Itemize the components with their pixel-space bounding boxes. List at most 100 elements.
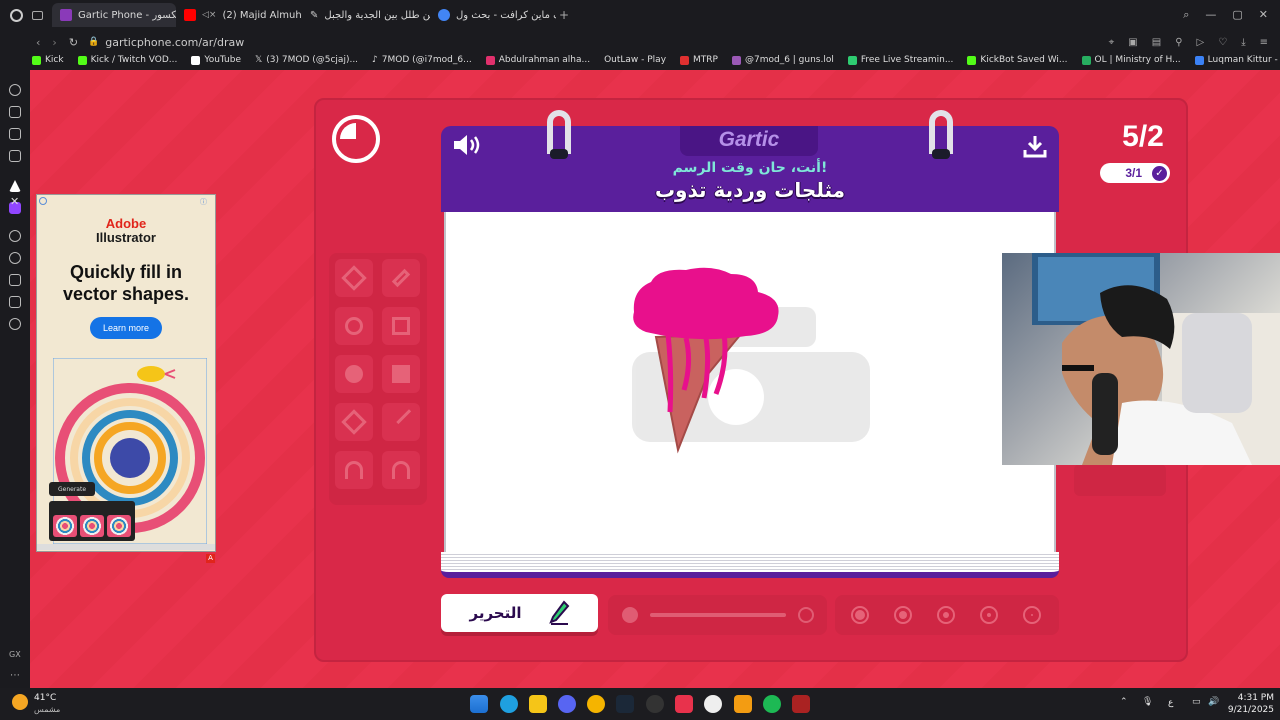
heart-icon[interactable]: ♡ bbox=[1218, 37, 1227, 48]
slider-track[interactable] bbox=[650, 613, 786, 617]
workspace-icon[interactable] bbox=[32, 10, 52, 20]
search-app-icon[interactable] bbox=[704, 695, 722, 713]
bookmark-outlaw[interactable]: OutLaw - Play bbox=[604, 55, 666, 65]
x-sidebar-icon[interactable]: ✕ bbox=[10, 195, 19, 208]
brush-size-slider[interactable] bbox=[608, 595, 827, 635]
ad-scrollbar[interactable] bbox=[37, 544, 215, 550]
eraser-tool[interactable] bbox=[335, 259, 373, 297]
bookmark-kickbot[interactable]: KickBot Saved Wi... bbox=[967, 55, 1068, 65]
spotify-icon[interactable] bbox=[763, 695, 781, 713]
forward-icon[interactable]: › bbox=[52, 36, 56, 49]
language-indicator[interactable]: ع bbox=[1168, 698, 1173, 708]
music-icon[interactable] bbox=[9, 150, 21, 162]
stroke-option[interactable] bbox=[851, 606, 869, 624]
bookmark-tiktok[interactable]: ♪ 7MOD (@i7mod_6... bbox=[372, 55, 472, 65]
search-tabs-icon[interactable]: ⌕ bbox=[1183, 8, 1189, 22]
steam-icon[interactable] bbox=[616, 695, 634, 713]
thumbnail[interactable] bbox=[53, 515, 77, 537]
bookmark-kick-vod[interactable]: Kick / Twitch VOD... bbox=[77, 55, 177, 65]
player-icon[interactable] bbox=[9, 230, 21, 242]
discord-icon[interactable] bbox=[558, 695, 576, 713]
bookmark-x-5cjaj[interactable]: 𝕏 (3) 7MOD (@5cjaj)... bbox=[255, 55, 358, 65]
network-icon[interactable]: ▭ bbox=[1192, 697, 1201, 707]
bookmark-luqman[interactable]: Luqman Kittur - P... bbox=[1194, 55, 1280, 65]
download-icon[interactable] bbox=[1023, 134, 1047, 158]
voicemeeter-icon[interactable] bbox=[792, 695, 810, 713]
file-explorer-icon[interactable] bbox=[529, 695, 547, 713]
opera-gx-icon[interactable] bbox=[675, 695, 693, 713]
thumbnail[interactable] bbox=[80, 515, 104, 537]
drawing-canvas[interactable] bbox=[444, 212, 1056, 552]
tray-expand-icon[interactable]: ⌃ bbox=[1120, 697, 1128, 707]
tab-youtube[interactable]: ◁× (2) Majid Almuhandis bbox=[176, 3, 302, 27]
aria-icon[interactable] bbox=[9, 84, 21, 96]
bookmark-kick[interactable]: Kick bbox=[32, 55, 64, 65]
downloads-icon[interactable] bbox=[9, 274, 21, 286]
bookmark-instagram[interactable]: Abdulrahman alha... bbox=[485, 55, 590, 65]
bookmark-youtube[interactable]: YouTube bbox=[191, 55, 241, 65]
weather-description[interactable]: مشمس bbox=[34, 705, 60, 714]
bookmark-free-live[interactable]: Free Live Streamin... bbox=[847, 55, 953, 65]
tab-search[interactable]: ستيف ماين كرافت - بحث ول bbox=[430, 3, 556, 27]
learn-more-button[interactable]: Learn more bbox=[90, 317, 162, 339]
stroke-option[interactable] bbox=[937, 606, 955, 624]
redo-tool[interactable] bbox=[335, 451, 373, 489]
thumbnail[interactable] bbox=[107, 515, 131, 537]
volume-icon[interactable]: 🔊 bbox=[1208, 697, 1219, 707]
stroke-option[interactable] bbox=[894, 606, 912, 624]
notes-icon[interactable] bbox=[9, 128, 21, 140]
settings-icon[interactable] bbox=[9, 318, 21, 330]
bookmark-mtrp[interactable]: MTRP bbox=[680, 55, 718, 65]
wallet-icon[interactable]: ▤ bbox=[1152, 37, 1161, 48]
start-icon[interactable] bbox=[470, 695, 488, 713]
vpn-icon[interactable]: ⚲ bbox=[1175, 37, 1182, 48]
microphone-icon[interactable]: 🎙 bbox=[1142, 697, 1153, 707]
edit-button[interactable]: التحرير bbox=[441, 594, 598, 632]
bag-icon[interactable] bbox=[9, 106, 21, 118]
tab-gartic[interactable]: Gartic Phone - ف المكسور bbox=[52, 3, 176, 27]
new-tab-button[interactable]: + bbox=[556, 8, 572, 22]
gx-icon[interactable]: GX bbox=[9, 650, 21, 659]
rectangle-tool[interactable] bbox=[382, 307, 420, 345]
generate-button[interactable]: Generate bbox=[49, 482, 95, 496]
maximize-icon[interactable]: ▢ bbox=[1232, 8, 1242, 22]
extensions-icon[interactable] bbox=[9, 296, 21, 308]
opera-logo-icon[interactable] bbox=[0, 0, 32, 30]
edge-icon[interactable] bbox=[500, 695, 518, 713]
play-icon[interactable]: ▷ bbox=[1197, 37, 1205, 48]
bookmark-guns-lol[interactable]: @7mod_6 | guns.lol bbox=[731, 55, 834, 65]
vlc-icon[interactable] bbox=[734, 695, 752, 713]
line-tool[interactable] bbox=[382, 403, 422, 441]
history-icon[interactable] bbox=[9, 252, 21, 264]
circle-tool[interactable] bbox=[335, 307, 373, 345]
reload-icon[interactable]: ↻ bbox=[69, 36, 78, 49]
ad-choices-icon[interactable]: ⓘ bbox=[200, 197, 207, 207]
menu-icon[interactable]: ≡ bbox=[1260, 37, 1268, 48]
filled-circle-tool[interactable] bbox=[335, 355, 373, 393]
download-browser-icon[interactable]: ⤓ bbox=[1241, 37, 1245, 48]
url-field[interactable]: garticphone.com/ar/draw bbox=[105, 36, 244, 49]
sound-icon[interactable] bbox=[452, 134, 484, 156]
mute-icon[interactable]: ◁× bbox=[202, 10, 216, 20]
tab-poem[interactable]: ✎ لمن طلل بين الجدية والجبل bbox=[302, 3, 430, 27]
triangle-icon[interactable] bbox=[9, 180, 21, 192]
weather-sun-icon[interactable] bbox=[12, 694, 28, 710]
minimize-icon[interactable]: — bbox=[1205, 8, 1216, 22]
more-icon[interactable]: ⋯ bbox=[10, 670, 20, 681]
pin-icon[interactable]: ⌖ bbox=[1109, 37, 1115, 48]
stroke-option[interactable] bbox=[1023, 606, 1041, 624]
adobe-ad[interactable]: ⓘ Adobe Illustrator Quickly fill in vect… bbox=[36, 194, 216, 552]
obs-icon[interactable] bbox=[646, 695, 664, 713]
pencil-tool[interactable] bbox=[382, 259, 420, 297]
close-icon[interactable]: ✕ bbox=[1259, 8, 1268, 22]
back-icon[interactable]: ‹ bbox=[36, 36, 40, 49]
app-icon[interactable] bbox=[587, 695, 605, 713]
bucket-tool[interactable] bbox=[335, 403, 373, 441]
filled-rectangle-tool[interactable] bbox=[382, 355, 420, 393]
taskbar-clock[interactable]: 4:31 PM 9/21/2025 bbox=[1222, 692, 1274, 716]
undo-tool[interactable] bbox=[382, 451, 420, 489]
stroke-option[interactable] bbox=[980, 606, 998, 624]
snapshot-icon[interactable]: ▣ bbox=[1128, 37, 1137, 48]
weather-temperature[interactable]: 41°C bbox=[34, 693, 56, 703]
bookmark-ministry[interactable]: OL | Ministry of H... bbox=[1081, 55, 1181, 65]
